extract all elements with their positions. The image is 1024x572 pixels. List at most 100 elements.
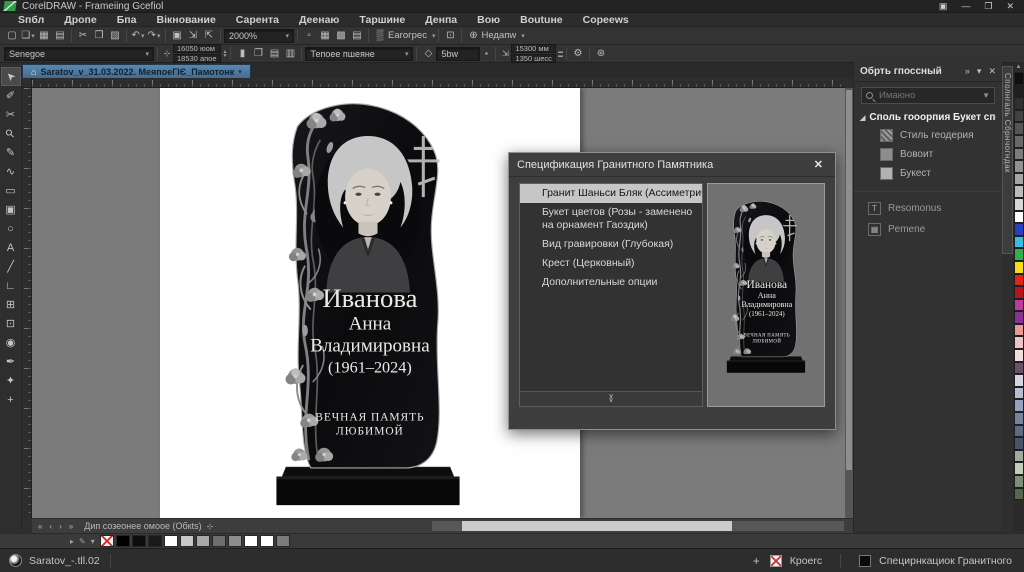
mesh-tool[interactable]: ⊡ — [1, 314, 21, 333]
docker-expand-icon[interactable]: » — [965, 66, 970, 77]
import-icon[interactable]: ⇲ — [185, 28, 201, 43]
docker-group-header[interactable]: ◢ Споль гооорпия Букет сполонжазчный — [854, 109, 1002, 126]
spec-item-2[interactable]: Вид гравировки (Глубокая) — [520, 235, 702, 254]
spec-item-4[interactable]: Дополнительные опции — [520, 273, 702, 292]
pen-tool[interactable]: ✒ — [1, 352, 21, 371]
last-page-icon[interactable]: » — [67, 522, 75, 531]
palette-swatch-26[interactable] — [1014, 399, 1024, 412]
palette-swatch-14[interactable] — [1014, 248, 1024, 261]
frame-tool[interactable]: ⊞ — [1, 295, 21, 314]
list-scroll-down[interactable]: ∨∨ — [520, 391, 702, 406]
palette-swatch-10[interactable] — [1014, 198, 1024, 211]
options-icon[interactable]: ▒ — [372, 28, 388, 43]
grid-icon-2[interactable]: ▩ — [333, 28, 349, 43]
outline-color-swatch[interactable] — [859, 555, 871, 567]
palette-swatch-6[interactable] — [1014, 148, 1024, 161]
palette-swatch-33[interactable] — [1014, 488, 1024, 501]
polygon-tool[interactable]: ▣ — [1, 200, 21, 219]
freehand-tool[interactable]: ✎ — [1, 143, 21, 162]
dialog-title-bar[interactable]: Спецификация Гранитного Памятника ✕ — [509, 153, 835, 177]
help-icon[interactable]: ▣ — [939, 1, 948, 12]
palette-options-icon[interactable]: ▾ — [91, 537, 95, 546]
doc-swatch-9[interactable] — [244, 535, 258, 547]
menu-item-7[interactable]: Денпа — [415, 14, 467, 26]
doc-swatch-7[interactable] — [212, 535, 226, 547]
copy-icon[interactable]: ❐ — [91, 28, 107, 43]
dialog-close-button[interactable]: ✕ — [810, 158, 827, 171]
spec-item-0[interactable]: Гранит Шаньси Бляк (Ассиметричная — [520, 184, 702, 203]
menu-item-5[interactable]: Деенаю — [289, 14, 349, 26]
position-spinner[interactable]: ▲▼ — [223, 50, 228, 58]
doc-swatch-2[interactable] — [132, 535, 146, 547]
weld-icon[interactable]: ⊛ — [593, 46, 609, 61]
docker-menu-icon[interactable]: ▾ — [977, 66, 982, 77]
palette-swatch-28[interactable] — [1014, 425, 1024, 438]
size-spinner[interactable]: ▬▬ — [558, 50, 563, 58]
artistic-media-tool[interactable]: ∿ — [1, 162, 21, 181]
menu-item-6[interactable]: Таршине — [349, 14, 415, 26]
app-launcher-icon[interactable]: ⊡ — [442, 28, 458, 43]
grid-icon-1[interactable]: ▦ — [317, 28, 333, 43]
vertical-ruler[interactable] — [22, 88, 32, 518]
eyedropper-tool[interactable]: ✦ — [1, 371, 21, 390]
menu-item-1[interactable]: Дропе — [54, 14, 107, 26]
launch-icon[interactable]: ⊕ — [465, 28, 481, 43]
monument-artwork[interactable] — [252, 96, 484, 508]
horizontal-scrollbar-thumb[interactable] — [462, 521, 732, 531]
export-icon[interactable]: ⇱ — [201, 28, 217, 43]
snap-to-dropdown[interactable]: Еагогрес▾ — [388, 30, 435, 41]
palette-swatch-32[interactable] — [1014, 475, 1024, 488]
docker-item-2[interactable]: Букест — [854, 164, 1002, 183]
palette-swatch-18[interactable] — [1014, 299, 1024, 312]
menu-item-2[interactable]: Бпа — [107, 14, 147, 26]
palette-swatch-3[interactable] — [1014, 110, 1024, 123]
new-document-icon[interactable]: ▢ — [4, 28, 20, 43]
position-fields[interactable]: 16050 юом 18530 апое — [173, 44, 221, 63]
docker-side-tab[interactable]: Сполнгаль Сбрнчогндак — [1002, 66, 1013, 254]
knife-tool[interactable]: ✂ — [1, 105, 21, 124]
palette-swatch-2[interactable] — [1014, 97, 1024, 110]
search-content-icon[interactable]: ▣ — [169, 28, 185, 43]
grid-icon-3[interactable]: ▤ — [349, 28, 365, 43]
vertical-scrollbar-thumb[interactable] — [846, 90, 852, 470]
palette-swatch-25[interactable] — [1014, 387, 1024, 400]
add-page-icon[interactable]: ⊹ — [205, 522, 216, 531]
undo-icon[interactable]: ↶▾ — [130, 28, 146, 43]
launch-dropdown[interactable]: Недапw▾ — [481, 30, 524, 41]
rectangle-tool[interactable]: ▭ — [1, 181, 21, 200]
preset-select[interactable]: Senegoe▾ — [4, 47, 154, 61]
save-icon[interactable]: ▦ — [36, 28, 52, 43]
menu-item-8[interactable]: Вою — [467, 14, 510, 26]
doc-swatch-6[interactable] — [196, 535, 210, 547]
open-icon[interactable]: ❏▾ — [20, 28, 36, 43]
docker-extra-item-1[interactable]: ▦Pemene — [854, 219, 1002, 240]
doc-swatch-5[interactable] — [180, 535, 194, 547]
print-icon[interactable]: ▤ — [52, 28, 68, 43]
paste-icon[interactable]: ▨ — [107, 28, 123, 43]
menu-item-0[interactable]: Sпбл — [8, 14, 54, 26]
settings-gear-icon[interactable]: ⚙ — [570, 46, 586, 61]
pick-tool[interactable]: ➤ — [1, 67, 21, 86]
size-fields[interactable]: 15300 мм 1350 шесс — [511, 44, 555, 63]
doc-swatch-3[interactable] — [148, 535, 162, 547]
docker-search-input[interactable] — [877, 89, 978, 102]
palette-swatch-20[interactable] — [1014, 324, 1024, 337]
doc-swatch-none[interactable] — [100, 535, 114, 547]
palette-swatch-4[interactable] — [1014, 122, 1024, 135]
palette-swatch-9[interactable] — [1014, 185, 1024, 198]
line-tool[interactable]: ╱ — [1, 257, 21, 276]
page-portrait-icon[interactable]: ▮ — [234, 46, 250, 61]
angle-field[interactable]: 5bw — [436, 47, 480, 61]
document-tab[interactable]: ⌂ Saratov_v_31.03.2022. МеяпоеГІЄ_Памото… — [22, 64, 251, 78]
palette-swatch-12[interactable] — [1014, 223, 1024, 236]
palette-swatch-31[interactable] — [1014, 462, 1024, 475]
palette-swatch-19[interactable] — [1014, 311, 1024, 324]
menu-item-9[interactable]: Boutuне — [510, 14, 573, 26]
docker-item-1[interactable]: Вовоит — [854, 145, 1002, 164]
snap-icon[interactable]: ▫ — [301, 28, 317, 43]
doc-swatch-10[interactable] — [260, 535, 274, 547]
palette-swatch-5[interactable] — [1014, 135, 1024, 148]
fill-tool[interactable]: ◉ — [1, 333, 21, 352]
palette-swatch-13[interactable] — [1014, 236, 1024, 249]
page-landscape-icon[interactable]: ❐ — [250, 46, 266, 61]
